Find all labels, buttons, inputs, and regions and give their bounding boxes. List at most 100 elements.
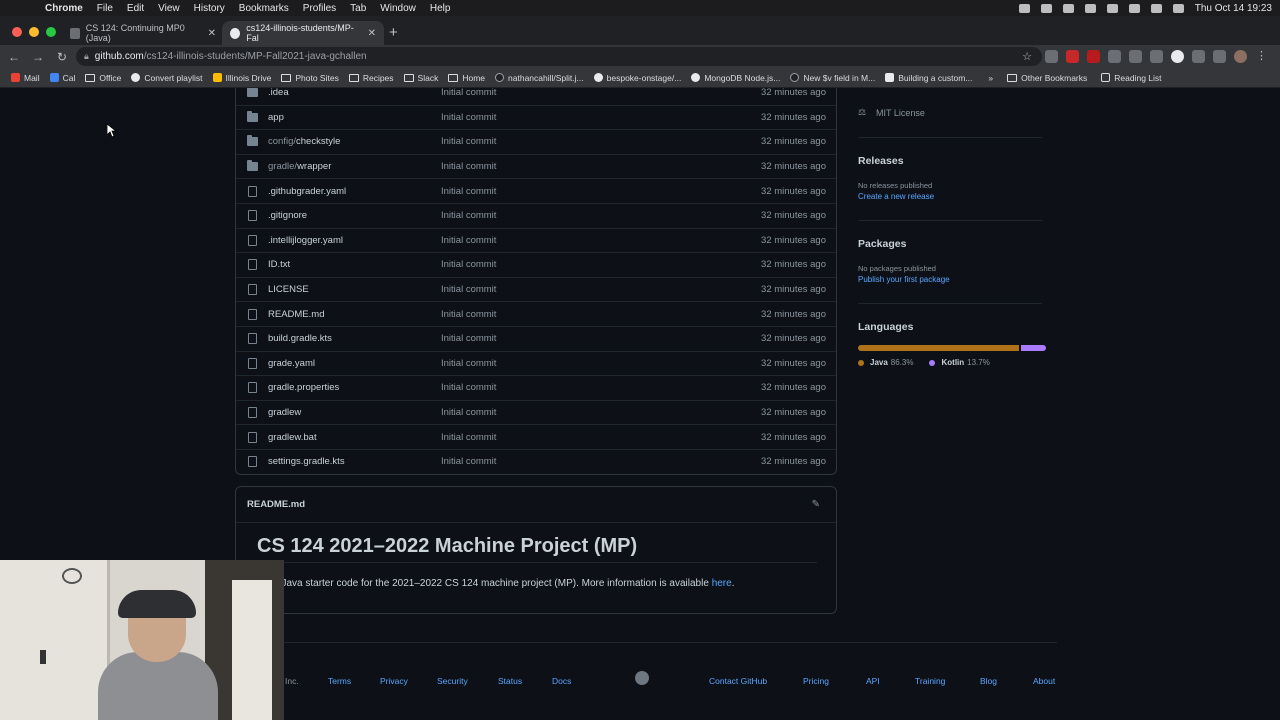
reading-list[interactable]: Reading List xyxy=(1096,73,1166,83)
file-row[interactable]: build.gradle.kts Initial commit 32 minutes… xyxy=(236,326,836,351)
puzzle-icon[interactable] xyxy=(1213,50,1226,63)
bookmarks-overflow[interactable]: » xyxy=(983,73,998,83)
bookmark-slack[interactable]: Slack xyxy=(399,73,444,83)
file-row[interactable]: gradle/wrapper Initial commit 32 minutes a… xyxy=(236,153,836,179)
close-icon[interactable]: ✕ xyxy=(208,28,216,39)
file-name[interactable]: .gitignore xyxy=(268,210,307,221)
menu-window[interactable]: Window xyxy=(373,3,423,14)
create-release-link[interactable]: Create a new release xyxy=(858,192,934,201)
menu-tab[interactable]: Tab xyxy=(343,3,373,14)
extension-icon[interactable] xyxy=(1087,50,1100,63)
file-row[interactable]: app Initial commit 32 minutes ago xyxy=(236,104,836,130)
zoom-window-button[interactable] xyxy=(46,27,56,37)
reload-icon[interactable]: ↻ xyxy=(52,50,72,64)
tab-github[interactable]: cs124-illinois-students/MP-Fal ✕ xyxy=(222,21,384,45)
file-row[interactable]: gradlew.bat Initial commit 32 minutes ago xyxy=(236,424,836,449)
commit-message[interactable]: Initial commit xyxy=(441,210,496,221)
language-java[interactable]: Java 86.3% xyxy=(858,358,913,367)
bookmark-recipes[interactable]: Recipes xyxy=(344,73,399,83)
readme-link[interactable]: here xyxy=(712,578,732,589)
menu-file[interactable]: File xyxy=(90,3,120,14)
bookmark-building-custom[interactable]: Building a custom... xyxy=(880,73,977,83)
bookmark-illinois-drive[interactable]: Illinois Drive xyxy=(208,73,277,83)
extension-icon[interactable] xyxy=(1192,50,1205,63)
commit-message[interactable]: Initial commit xyxy=(441,456,496,467)
profile-avatar[interactable] xyxy=(1234,50,1247,63)
commit-message[interactable]: Initial commit xyxy=(441,88,496,98)
menu-kebab-icon[interactable]: ⋮ xyxy=(1255,50,1268,63)
back-icon[interactable]: ← xyxy=(4,50,24,64)
file-name[interactable]: LICENSE xyxy=(268,284,309,295)
edit-pencil-icon[interactable]: ✎ xyxy=(812,499,820,510)
battery-icon[interactable] xyxy=(1106,3,1118,13)
clock[interactable]: Thu Oct 14 19:23 xyxy=(1195,3,1272,14)
file-name[interactable]: config/checkstyle xyxy=(268,136,340,147)
tab-cs124[interactable]: CS 124: Continuing MP0 (Java) ✕ xyxy=(62,21,224,45)
address-bar[interactable]: 🔒︎ github.com /cs124-illinois-students/M… xyxy=(76,47,1042,66)
wifi-icon[interactable] xyxy=(1128,3,1140,13)
file-row[interactable]: .intellijlogger.yaml Initial commit 32 min… xyxy=(236,227,836,253)
commit-message[interactable]: Initial commit xyxy=(441,112,496,123)
file-name[interactable]: .intellijlogger.yaml xyxy=(268,235,343,246)
commit-message[interactable]: Initial commit xyxy=(441,309,496,320)
menu-profiles[interactable]: Profiles xyxy=(296,3,343,14)
file-name[interactable]: README.md xyxy=(268,309,324,320)
commit-message[interactable]: Initial commit xyxy=(441,161,496,172)
lock-icon[interactable]: 🔒︎ xyxy=(84,51,89,62)
footer-blog[interactable]: Blog xyxy=(980,676,997,686)
footer-training[interactable]: Training xyxy=(915,676,945,686)
extension-icon[interactable] xyxy=(1129,50,1142,63)
minimize-window-button[interactable] xyxy=(29,27,39,37)
commit-message[interactable]: Initial commit xyxy=(441,382,496,393)
commit-message[interactable]: Initial commit xyxy=(441,235,496,246)
footer-about[interactable]: About xyxy=(1033,676,1055,686)
file-row[interactable]: .idea Initial commit 32 minutes ago xyxy=(236,88,836,105)
footer-contact[interactable]: Contact GitHub xyxy=(709,676,767,686)
commit-message[interactable]: Initial commit xyxy=(441,186,496,197)
file-name[interactable]: gradlew xyxy=(268,407,301,418)
bookmark-mail[interactable]: Mail xyxy=(6,73,45,83)
bookmark-cal[interactable]: Cal xyxy=(45,73,81,83)
footer-api[interactable]: API xyxy=(866,676,880,686)
menu-app-name[interactable]: Chrome xyxy=(38,3,90,14)
footer-docs[interactable]: Docs xyxy=(552,676,571,686)
file-row[interactable]: README.md Initial commit 32 minutes ago xyxy=(236,301,836,326)
extension-icon[interactable] xyxy=(1171,50,1184,63)
extension-icon[interactable] xyxy=(1150,50,1163,63)
commit-message[interactable]: Initial commit xyxy=(441,333,496,344)
bookmark-photo-sites[interactable]: Photo Sites xyxy=(276,73,343,83)
commit-message[interactable]: Initial commit xyxy=(441,259,496,270)
file-name[interactable]: grade.yaml xyxy=(268,358,315,369)
file-name[interactable]: gradle/wrapper xyxy=(268,161,331,172)
file-row[interactable]: settings.gradle.kts Initial commit 32 minu… xyxy=(236,449,836,474)
volume-icon[interactable] xyxy=(1062,3,1074,13)
search-icon[interactable] xyxy=(1150,3,1162,13)
bluetooth-icon[interactable] xyxy=(1084,3,1096,13)
menu-view[interactable]: View xyxy=(151,3,187,14)
commit-message[interactable]: Initial commit xyxy=(441,407,496,418)
packages-heading[interactable]: Packages xyxy=(858,238,906,250)
file-name[interactable]: app xyxy=(268,112,284,123)
menu-edit[interactable]: Edit xyxy=(120,3,151,14)
menu-history[interactable]: History xyxy=(187,3,232,14)
footer-terms[interactable]: Terms xyxy=(328,676,351,686)
file-row[interactable]: ID.txt Initial commit 32 minutes ago xyxy=(236,252,836,277)
footer-security[interactable]: Security xyxy=(437,676,468,686)
releases-heading[interactable]: Releases xyxy=(858,155,904,167)
menu-bookmarks[interactable]: Bookmarks xyxy=(232,3,296,14)
new-tab-button[interactable]: + xyxy=(389,24,398,41)
bookmark-split[interactable]: nathancahill/Split.j... xyxy=(490,73,589,83)
bookmark-star-icon[interactable]: ☆ xyxy=(1022,50,1032,63)
extension-icon[interactable] xyxy=(1045,50,1058,63)
file-name[interactable]: gradlew.bat xyxy=(268,432,317,443)
extension-icon[interactable] xyxy=(1066,50,1079,63)
license-link[interactable]: ⚖ MIT License xyxy=(858,107,925,118)
language-kotlin[interactable]: Kotlin 13.7% xyxy=(929,358,990,367)
file-name[interactable]: build.gradle.kts xyxy=(268,333,332,344)
status-icon[interactable] xyxy=(1040,3,1052,13)
other-bookmarks[interactable]: Other Bookmarks xyxy=(1002,73,1092,83)
file-row[interactable]: grade.yaml Initial commit 32 minutes ago xyxy=(236,350,836,376)
file-name[interactable]: settings.gradle.kts xyxy=(268,456,345,467)
bookmark-mongodb[interactable]: MongoDB Node.js... xyxy=(686,73,785,83)
file-row[interactable]: gradlew Initial commit 32 minutes ago xyxy=(236,399,836,425)
